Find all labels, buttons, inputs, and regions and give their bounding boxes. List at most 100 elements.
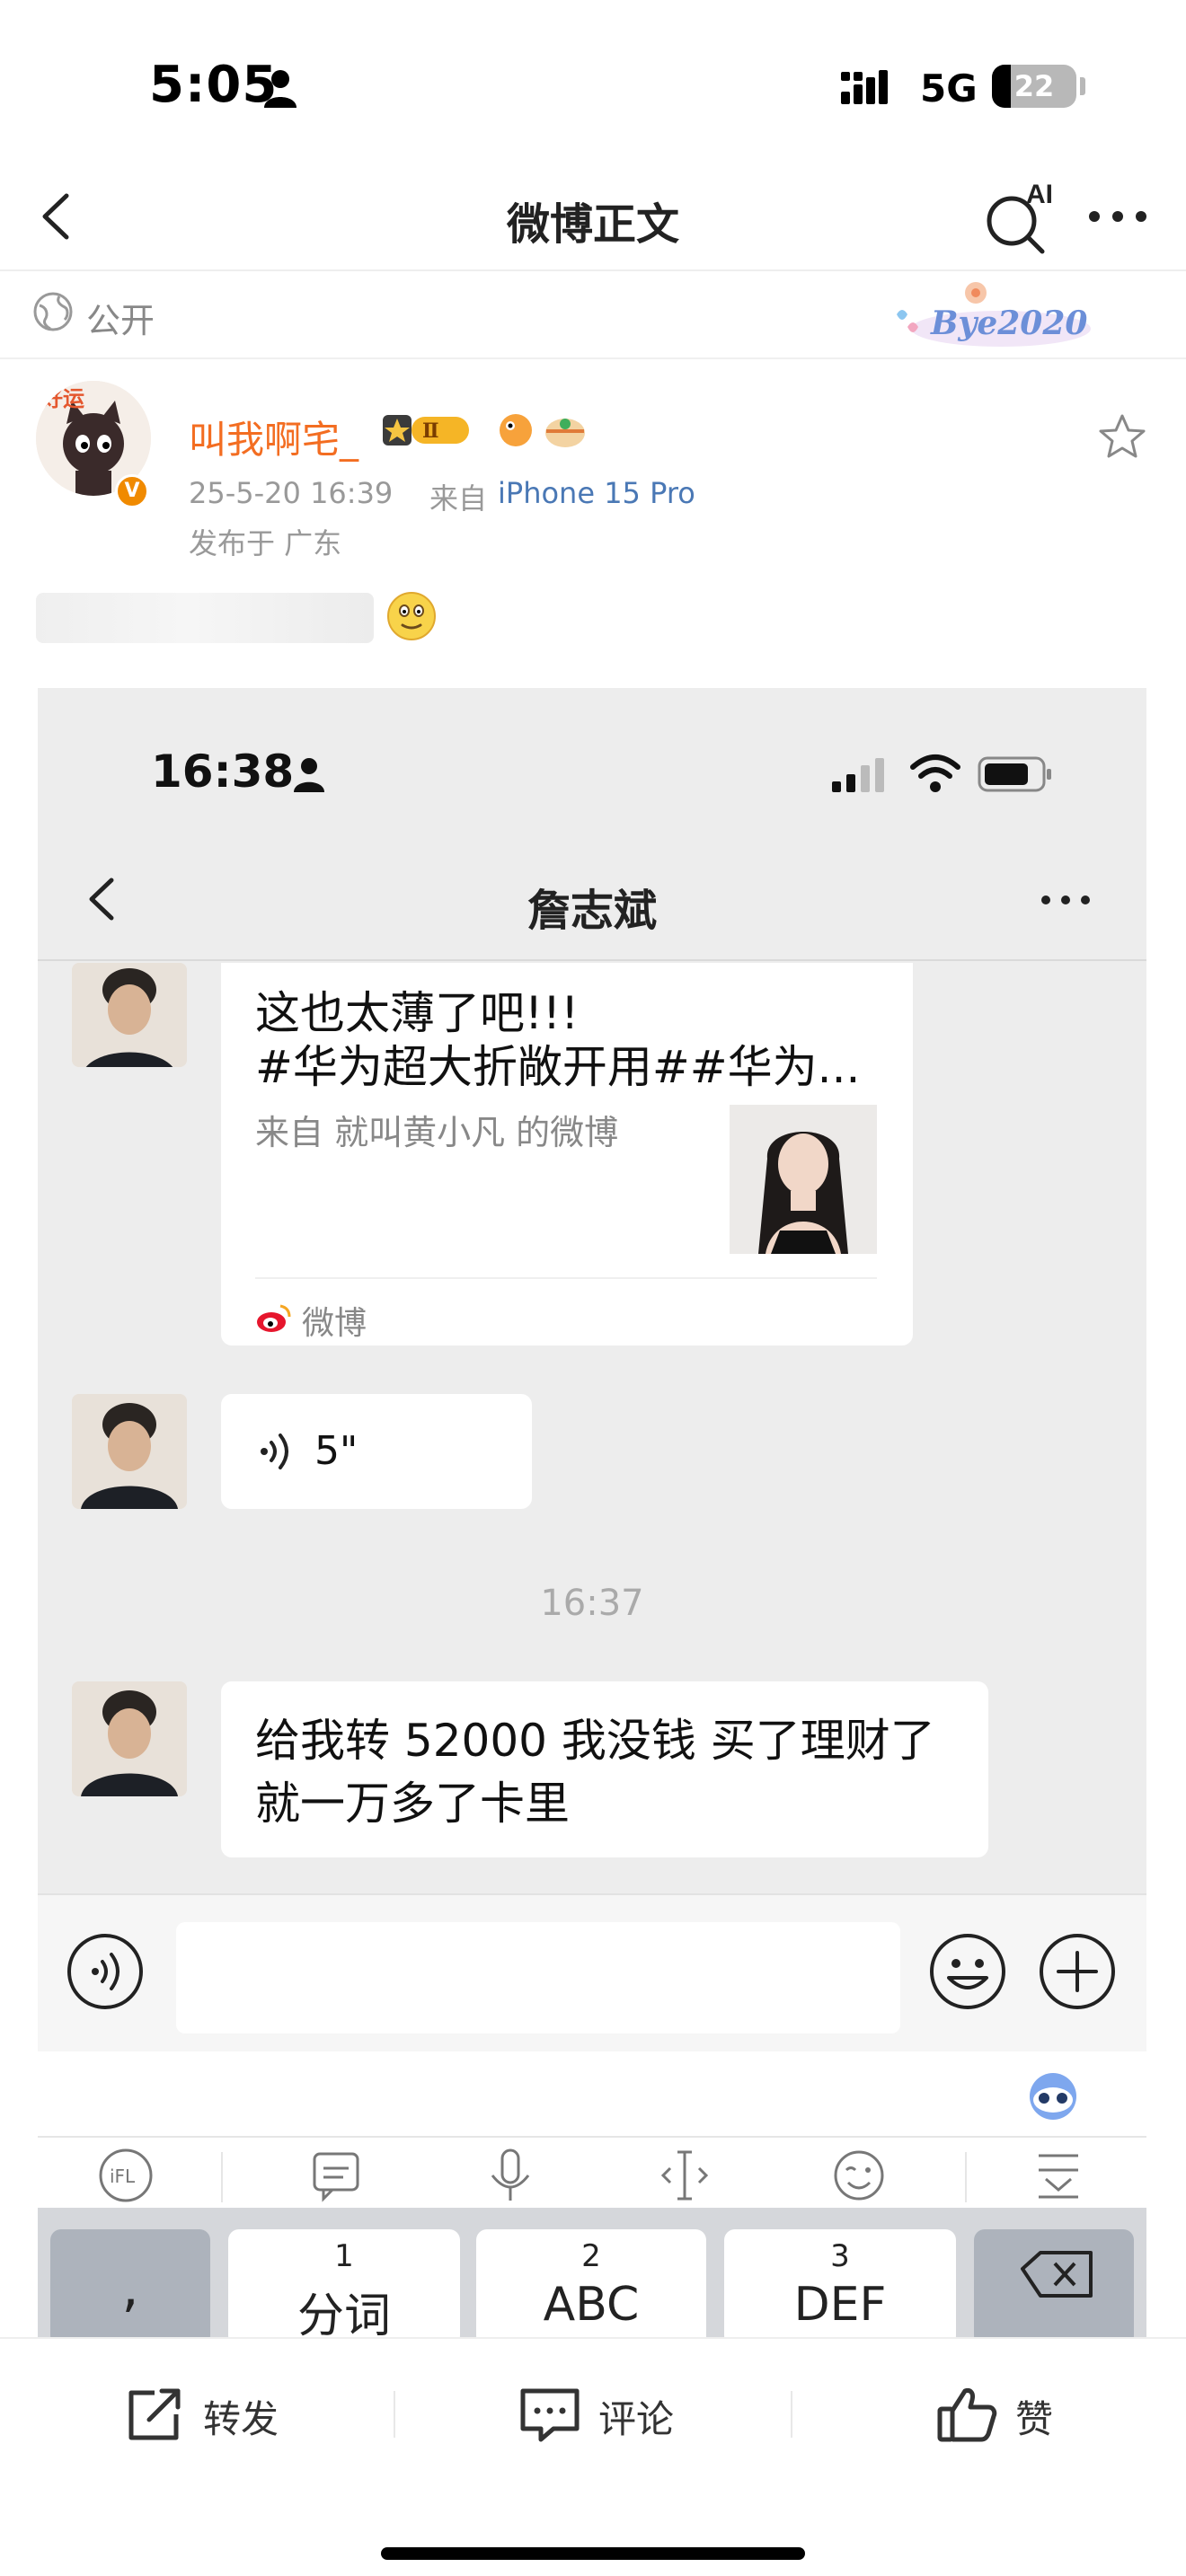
post-date: 25-5-20 16:39 xyxy=(189,476,394,510)
more-icon xyxy=(1041,895,1090,904)
smiley-icon xyxy=(387,592,436,640)
text-message-bubble: 给我转 52000 我没钱 买了理财了 就一万多了卡里 xyxy=(221,1681,988,1857)
chat-avatar xyxy=(72,963,187,1067)
post-location: 发布于 广东 xyxy=(189,526,342,560)
divider xyxy=(394,2391,395,2438)
level-badge: Ⅱ xyxy=(422,419,439,443)
divider xyxy=(38,959,1146,961)
card-brand-label: 微博 xyxy=(302,1305,367,1342)
divider xyxy=(221,2152,223,2202)
wifi-icon xyxy=(910,754,960,792)
chat-avatar xyxy=(72,1681,187,1796)
battery-icon xyxy=(978,756,1051,792)
username[interactable]: 叫我啊宅_ xyxy=(189,410,358,464)
bye2020-badge: Bye2020 xyxy=(897,282,1091,347)
chat-input-bar xyxy=(38,1893,1146,2051)
cursor-move-icon xyxy=(660,2150,709,2201)
divider xyxy=(38,2136,1146,2138)
key-letters: 分词 xyxy=(296,2289,391,2337)
bye-badge-text: Bye2020 xyxy=(930,304,1087,342)
network-label: 5G xyxy=(920,66,978,110)
like-label: 赞 xyxy=(1015,2397,1054,2441)
repost-button[interactable]: 转发 xyxy=(122,2378,302,2450)
keyboard-key-1: 1 分词 xyxy=(228,2229,460,2337)
signal-icon xyxy=(841,70,888,104)
card-photo xyxy=(730,1105,877,1254)
star-icon[interactable] xyxy=(1096,411,1148,463)
key-label: , xyxy=(121,2256,139,2319)
avatar-photo xyxy=(72,963,187,1067)
screenshot-status-time: 16:38 xyxy=(151,745,295,798)
more-icon[interactable] xyxy=(1084,185,1152,248)
voice-wave-icon xyxy=(67,1934,143,2009)
battery-icon: 22 xyxy=(992,65,1076,108)
chat-avatar xyxy=(72,1394,187,1509)
battery-level: 22 xyxy=(1013,69,1055,103)
status-time: 5:05 xyxy=(149,56,279,114)
user-badges: Ⅱ xyxy=(383,414,585,447)
action-bar: 转发 评论 赞 xyxy=(0,2337,1186,2576)
keyboard-toolbar: iFL xyxy=(38,2051,1146,2208)
microphone-icon xyxy=(491,2148,530,2201)
like-icon xyxy=(937,2388,997,2442)
repost-label: 转发 xyxy=(203,2397,279,2441)
ai-label: AI xyxy=(1026,180,1053,209)
visibility-label: 公开 xyxy=(86,301,155,340)
post-device-link[interactable]: iPhone 15 Pro xyxy=(498,476,695,510)
comment-label: 评论 xyxy=(598,2397,675,2441)
verified-badge: V xyxy=(115,474,149,508)
avatar-photo xyxy=(72,1681,187,1796)
repost-icon xyxy=(128,2388,181,2440)
message-line-1: 给我转 52000 我没钱 买了理财了 xyxy=(255,1715,935,1767)
divider xyxy=(791,2391,792,2438)
svg-text:iFL: iFL xyxy=(110,2166,136,2187)
keyboard-keys: , 1 分词 2 ABC 3 DEF xyxy=(38,2208,1146,2337)
voice-message-bubble: 5" xyxy=(221,1394,532,1509)
emoji-icon xyxy=(930,1934,1005,2009)
nav-bar: 微博正文 AI xyxy=(0,162,1186,271)
divider xyxy=(965,2152,967,2202)
person-icon xyxy=(294,758,324,792)
comment-button[interactable]: 评论 xyxy=(518,2378,697,2450)
person-icon xyxy=(264,70,296,108)
voice-wave-icon xyxy=(261,1434,288,1469)
battery-nub xyxy=(1080,77,1085,95)
signal-icon xyxy=(832,758,884,792)
keyboard-key-2: 2 ABC xyxy=(476,2229,706,2337)
keyboard-bot-icon xyxy=(1030,2073,1076,2120)
message-line-2: 就一万多了卡里 xyxy=(255,1778,570,1830)
key-number: 3 xyxy=(830,2238,850,2274)
card-thumbnail xyxy=(730,1105,877,1254)
shared-weibo-card: 这也太薄了吧!!! #华为超大折敞开用##华为... 来自 就叫黄小凡 的微博 … xyxy=(221,963,913,1345)
chat-title: 詹志斌 xyxy=(527,886,657,936)
key-number: 1 xyxy=(334,2238,354,2274)
voice-duration: 5" xyxy=(314,1428,358,1474)
keyboard-key-3: 3 DEF xyxy=(724,2229,956,2337)
visibility-row: 公开 Bye2020 xyxy=(0,271,1186,359)
key-letters: DEF xyxy=(793,2278,887,2332)
avatar-text: 好运 xyxy=(40,386,84,411)
ai-search-icon[interactable]: AI xyxy=(978,176,1058,257)
post-text-blurred xyxy=(36,593,374,643)
chat-text-field xyxy=(176,1922,900,2033)
plus-icon xyxy=(1040,1934,1115,2009)
keyboard-logo-icon: iFL xyxy=(99,2148,153,2202)
avatar-photo xyxy=(72,1394,187,1509)
post-image[interactable]: 16:38 詹志斌 这也太薄了吧!!! #华为超大折敞开用##华为... 来自 … xyxy=(38,688,1146,2337)
emoji-icon xyxy=(834,2150,884,2201)
status-bar: 5:05 5G 22 xyxy=(0,0,1186,162)
punctuation-key: , xyxy=(50,2229,210,2337)
key-number: 2 xyxy=(581,2238,601,2274)
weibo-logo-icon xyxy=(257,1304,291,1332)
card-line-2: #华为超大折敞开用##华为... xyxy=(255,1041,861,1093)
backspace-icon xyxy=(1021,2251,1093,2298)
card-source: 来自 就叫黄小凡 的微博 xyxy=(255,1113,619,1152)
post-header: 好运 V 叫我啊宅_ Ⅱ 25-5-20 16:39 来自 iPhone 15 … xyxy=(0,359,1186,575)
collapse-keyboard-icon xyxy=(1039,2154,1078,2199)
chat-timestamp: 16:37 xyxy=(540,1583,644,1624)
key-letters: ABC xyxy=(543,2278,640,2332)
home-indicator[interactable] xyxy=(381,2547,805,2560)
like-button[interactable]: 赞 xyxy=(934,2378,1114,2450)
source-prefix: 来自 xyxy=(429,481,488,516)
divider xyxy=(255,1277,877,1279)
